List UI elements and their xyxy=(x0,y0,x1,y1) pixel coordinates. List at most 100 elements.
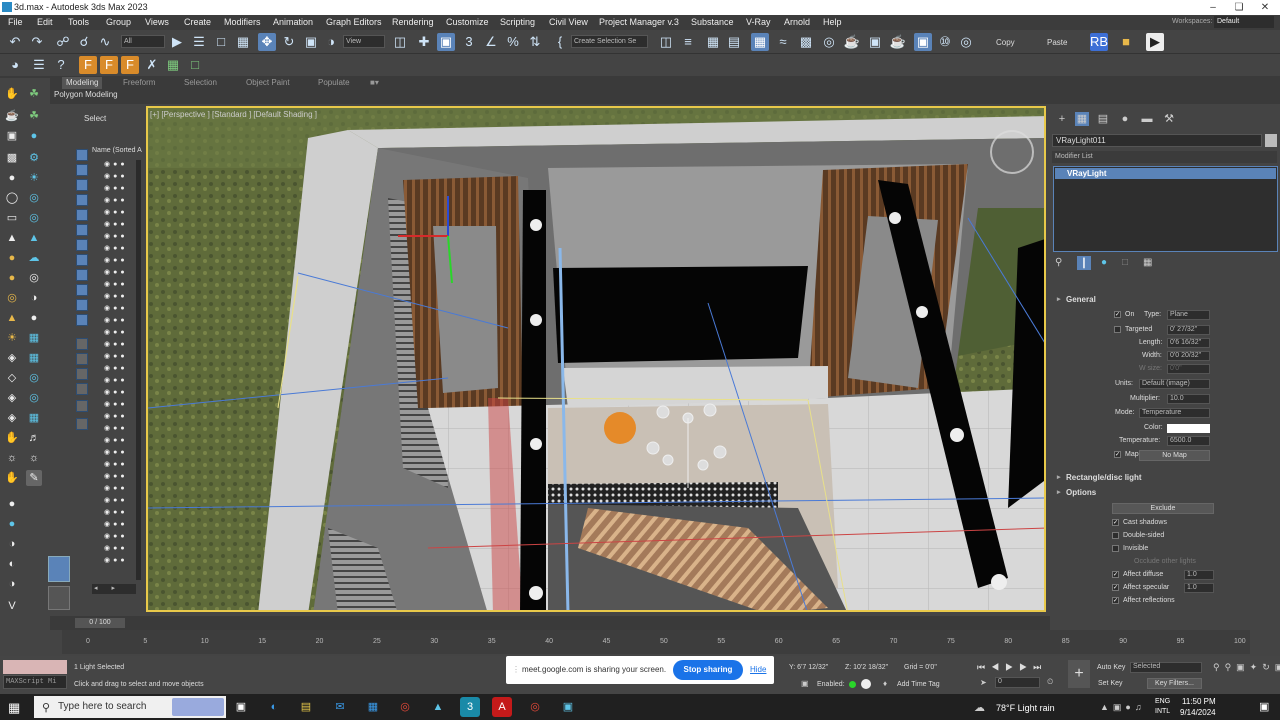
ies-icon[interactable]: ◑ xyxy=(26,290,42,306)
unlink-icon[interactable]: ☌ xyxy=(75,33,93,51)
tab-populate[interactable]: Populate xyxy=(318,78,350,87)
dome-icon[interactable]: ▲ xyxy=(4,310,20,326)
display-tab-icon[interactable]: ▬ xyxy=(1140,112,1154,126)
tools-icon[interactable]: ✗ xyxy=(143,56,161,74)
double-sided-checkbox[interactable] xyxy=(1112,532,1119,539)
mirror-icon[interactable]: ◫ xyxy=(657,33,675,51)
visibility-toggle[interactable]: ◉●● xyxy=(104,328,134,337)
stop-sharing-button[interactable]: Stop sharing xyxy=(673,660,743,680)
visibility-toggle[interactable]: ◉●● xyxy=(104,268,134,277)
time-config-icon[interactable]: ⏲ xyxy=(1047,677,1053,687)
set-key-big-button[interactable]: + xyxy=(1068,660,1090,688)
add-time-tag-icon[interactable]: ♦ xyxy=(883,679,887,688)
drag-handle-icon[interactable]: ⋮ xyxy=(512,665,520,674)
targeted-checkbox[interactable] xyxy=(1114,326,1121,333)
multiplier-field[interactable]: 10.0 xyxy=(1167,394,1210,404)
cast-shadows-checkbox[interactable]: ✓ xyxy=(1112,519,1119,526)
adaptive-degradation-icon[interactable]: ▣ xyxy=(801,679,811,689)
named-selection-dropdown[interactable]: Create Selection Se xyxy=(571,35,648,48)
vray-toolbar-icon[interactable]: ⑩ xyxy=(936,33,954,51)
align-icon[interactable]: ≡ xyxy=(679,33,697,51)
visibility-toggle[interactable]: ◉●● xyxy=(104,196,134,205)
menu-graph-editors[interactable]: Graph Editors xyxy=(326,17,382,27)
grid-icon[interactable]: ▦ xyxy=(164,56,182,74)
cylinder-icon[interactable]: ▭ xyxy=(4,210,20,226)
utilities-tab-icon[interactable]: ⚒ xyxy=(1162,112,1176,126)
system-tray-icons[interactable]: ▲▣●♫ xyxy=(1100,702,1146,713)
rb-plugin-icon[interactable]: RB xyxy=(1090,33,1108,51)
viewport-layout-quad[interactable] xyxy=(48,586,70,610)
list-icon[interactable]: ☰ xyxy=(30,56,48,74)
visibility-toggle[interactable]: ◉●● xyxy=(104,292,134,301)
forest-pack-icon[interactable]: F xyxy=(79,56,97,74)
bones-icon[interactable]: ✋ xyxy=(4,470,20,486)
key-selection-dropdown[interactable]: Selected xyxy=(1130,662,1202,673)
pivot-center-icon[interactable]: ◫ xyxy=(391,33,409,51)
vray-frame-buffer-icon[interactable]: ▣ xyxy=(914,33,932,51)
clock-time[interactable]: 11:50 PM xyxy=(1182,697,1216,706)
menu-scripting[interactable]: Scripting xyxy=(500,17,535,27)
close-button[interactable]: ✕ xyxy=(1252,0,1278,15)
visibility-toggle[interactable]: ◉●● xyxy=(104,388,134,397)
set-key-button[interactable]: Set Key xyxy=(1098,680,1123,687)
systems-icon[interactable]: ✋ xyxy=(4,430,20,446)
light-toggle-icon[interactable]: ◐ xyxy=(4,556,20,572)
remove-modifier-icon[interactable]: □ xyxy=(1122,257,1134,269)
acrobat-icon[interactable]: A xyxy=(492,697,512,717)
vray-interactive-icon[interactable]: ◎ xyxy=(957,33,975,51)
display-lights-icon[interactable] xyxy=(76,194,88,206)
grid-helper-icon[interactable]: ▦ xyxy=(26,410,42,426)
vray-v-icon[interactable]: V xyxy=(4,598,20,614)
app-icon-1[interactable]: ▲ xyxy=(428,697,448,717)
vray-light-gizmo[interactable] xyxy=(604,412,636,444)
photometric-icon[interactable]: ◎ xyxy=(26,210,42,226)
copy-button[interactable]: Copy xyxy=(996,38,1015,47)
polygon-modeling-label[interactable]: Polygon Modeling xyxy=(54,90,118,102)
visibility-toggle[interactable]: ◉●● xyxy=(104,220,134,229)
app-icon-2[interactable]: ▣ xyxy=(558,697,578,717)
create-tab-icon[interactable]: + xyxy=(1055,112,1069,126)
workspaces-dropdown[interactable]: Default xyxy=(1214,16,1274,28)
rendered-frame-window-icon[interactable]: ▣ xyxy=(866,33,884,51)
display-frozen-icon[interactable] xyxy=(76,314,88,326)
visibility-toggle[interactable]: ◉●● xyxy=(104,472,134,481)
visibility-toggle[interactable]: ◉●● xyxy=(104,232,134,241)
menu-tools[interactable]: Tools xyxy=(68,17,89,27)
display-xrefs-icon[interactable] xyxy=(76,269,88,281)
visibility-toggle[interactable]: ◉●● xyxy=(104,400,134,409)
invert-icon[interactable] xyxy=(76,368,88,380)
render-setup-icon[interactable]: ☕ xyxy=(843,33,861,51)
task-view-icon[interactable]: ▣ xyxy=(231,697,251,717)
visibility-toggle[interactable]: ◉●● xyxy=(104,520,134,529)
helper-icon[interactable]: ◈ xyxy=(4,350,20,366)
display-shapes-icon[interactable] xyxy=(76,179,88,191)
box-icon[interactable]: ▩ xyxy=(4,150,20,166)
menu-vray[interactable]: V-Ray xyxy=(746,17,771,27)
display-groups-icon[interactable] xyxy=(76,254,88,266)
display-cameras-icon[interactable] xyxy=(76,209,88,221)
visibility-toggle[interactable]: ◉●● xyxy=(104,496,134,505)
select-all-icon[interactable] xyxy=(76,353,88,365)
hand-icon[interactable]: ✋ xyxy=(4,86,20,102)
make-unique-icon[interactable]: ● xyxy=(1101,257,1113,269)
select-and-move-icon[interactable]: ✥ xyxy=(258,33,276,51)
track-bar[interactable]: 0 5 10 15 20 25 30 35 40 45 50 55 60 65 70 75 80 85 90 95 10… xyxy=(62,630,1250,654)
visibility-toggle[interactable]: ◉●● xyxy=(104,544,134,553)
object-color-swatch[interactable] xyxy=(1265,134,1277,147)
visibility-toggle[interactable]: ◉●● xyxy=(104,460,134,469)
tab-modeling[interactable]: Modeling xyxy=(62,77,103,89)
perspective-viewport[interactable] xyxy=(146,106,1046,612)
render-production-icon[interactable]: ☕ xyxy=(889,33,907,51)
select-by-name-icon[interactable]: ☰ xyxy=(190,33,208,51)
material-editor-icon[interactable]: ◎ xyxy=(820,33,838,51)
half-circle-icon[interactable]: ◑ xyxy=(4,576,20,592)
undo-icon[interactable]: ↶ xyxy=(6,33,24,51)
lock-icon[interactable] xyxy=(76,400,88,412)
rollout-general[interactable]: General xyxy=(1054,294,1276,306)
filter-icon[interactable] xyxy=(76,338,88,350)
protractor-icon[interactable]: ◈ xyxy=(4,410,20,426)
teapot-icon[interactable]: ☕ xyxy=(4,108,20,124)
funnel-icon[interactable] xyxy=(76,383,88,395)
sunlight-icon[interactable]: ☼ xyxy=(4,450,20,466)
visibility-toggle[interactable]: ◉●● xyxy=(104,532,134,541)
